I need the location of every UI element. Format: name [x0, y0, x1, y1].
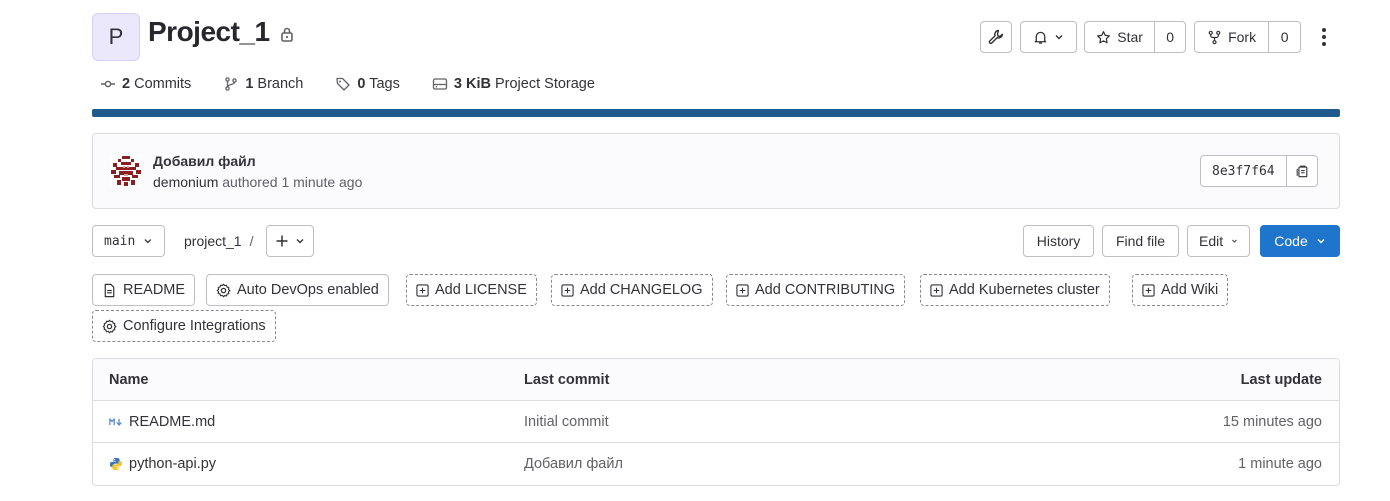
auto-devops-button[interactable]: Auto DevOps enabled: [206, 274, 389, 306]
add-wiki-button[interactable]: Add Wiki: [1132, 274, 1229, 306]
history-button[interactable]: History: [1023, 225, 1094, 257]
fork-button-group[interactable]: Fork 0: [1194, 21, 1301, 53]
chevron-down-icon: [296, 239, 304, 244]
fork-icon: [1208, 30, 1221, 44]
star-button[interactable]: Star: [1085, 22, 1154, 52]
file-name[interactable]: README.md: [129, 414, 215, 430]
table-header: Name Last commit Last update: [93, 359, 1339, 401]
configure-integrations-button[interactable]: Configure Integrations: [92, 310, 276, 342]
storage-icon: [432, 78, 448, 90]
add-changelog-button[interactable]: Add CHANGELOG: [551, 274, 713, 306]
plus-square-icon: [930, 283, 943, 297]
header-name: Name: [109, 371, 149, 388]
chevron-down-icon: [1232, 239, 1237, 243]
commit-author[interactable]: demonium: [153, 174, 218, 190]
add-kubernetes-cluster-button[interactable]: Add Kubernetes cluster: [920, 274, 1110, 306]
fork-label: Fork: [1228, 29, 1257, 45]
chevron-down-icon: [1055, 35, 1063, 40]
file-name[interactable]: python-api.py: [129, 456, 216, 472]
file-last-commit[interactable]: Initial commit: [524, 401, 609, 442]
table-row[interactable]: README.md Initial commit 15 minutes ago: [93, 401, 1339, 443]
plus-square-icon: [416, 283, 429, 297]
commit-meta: demonium authored 1 minute ago: [153, 174, 363, 190]
more-actions-icon[interactable]: [1314, 24, 1334, 50]
header-last-update: Last update: [1240, 371, 1322, 388]
stat-branches[interactable]: 1 Branch: [223, 76, 303, 92]
add-contributing-button[interactable]: Add CONTRIBUTING: [726, 274, 906, 306]
wrench-icon: [988, 29, 1003, 45]
project-stats: 2 Commits 1 Branch 0 Tags 3 KiB Project …: [100, 76, 595, 92]
bell-icon: [1034, 31, 1047, 44]
copy-sha-button[interactable]: [1285, 156, 1317, 186]
commit-icon: [101, 80, 115, 88]
file-last-update: 1 minute ago: [1238, 456, 1322, 472]
star-count[interactable]: 0: [1154, 22, 1185, 52]
storage-progress-bar: [92, 109, 1340, 117]
lock-icon: [280, 27, 293, 42]
breadcrumb-root[interactable]: project_1: [184, 233, 242, 249]
last-commit-panel: Добавил файл demonium authored 1 minute …: [92, 133, 1340, 209]
chevron-down-icon: [1317, 239, 1325, 244]
file-last-update: 15 minutes ago: [1222, 413, 1322, 430]
branch-icon: [225, 77, 238, 91]
add-license-button[interactable]: Add LICENSE: [406, 274, 537, 306]
fork-button[interactable]: Fork: [1195, 22, 1268, 52]
project-avatar: P: [92, 13, 140, 61]
user-avatar[interactable]: [110, 155, 142, 187]
chevron-down-icon: [144, 239, 152, 244]
settings-button[interactable]: [980, 21, 1012, 53]
commit-sha-group: 8e3f7f64: [1200, 155, 1318, 187]
commit-sha[interactable]: 8e3f7f64: [1201, 156, 1286, 186]
markdown-icon: [109, 417, 122, 426]
stat-tags[interactable]: 0 Tags: [335, 76, 400, 92]
branch-selector[interactable]: main: [92, 225, 165, 257]
gear-icon: [102, 319, 117, 333]
edit-dropdown[interactable]: Edit: [1187, 225, 1250, 257]
gear-icon: [216, 283, 231, 297]
star-icon: [1097, 30, 1111, 43]
file-last-commit[interactable]: Добавил файл: [524, 443, 623, 485]
commit-title[interactable]: Добавил файл: [153, 153, 256, 169]
code-dropdown[interactable]: Code: [1260, 225, 1340, 257]
table-row[interactable]: python-api.py Добавил файл 1 minute ago: [93, 443, 1339, 485]
find-file-button[interactable]: Find file: [1102, 225, 1179, 257]
plus-square-icon: [561, 283, 574, 297]
file-tree-table: Name Last commit Last update README.md I…: [92, 358, 1340, 486]
notifications-button[interactable]: [1020, 21, 1077, 53]
stat-commits[interactable]: 2 Commits: [100, 76, 191, 92]
commit-time: 1 minute ago: [281, 174, 363, 190]
stat-storage[interactable]: 3 KiB Project Storage: [432, 76, 595, 92]
star-label: Star: [1117, 29, 1143, 45]
plus-square-icon: [1142, 283, 1155, 297]
project-title[interactable]: Project_1: [148, 16, 270, 48]
star-button-group[interactable]: Star 0: [1084, 21, 1186, 53]
fork-count[interactable]: 0: [1268, 22, 1300, 52]
breadcrumb: project_1/: [184, 233, 254, 249]
readme-button[interactable]: README: [92, 274, 196, 306]
copy-icon: [1296, 165, 1308, 178]
python-icon: [109, 457, 123, 471]
plus-square-icon: [736, 283, 749, 297]
plus-icon: [276, 235, 288, 247]
tag-icon: [336, 77, 351, 91]
doc-icon: [104, 283, 115, 297]
header-last-commit: Last commit: [524, 371, 610, 388]
add-to-tree-button[interactable]: [266, 225, 314, 257]
